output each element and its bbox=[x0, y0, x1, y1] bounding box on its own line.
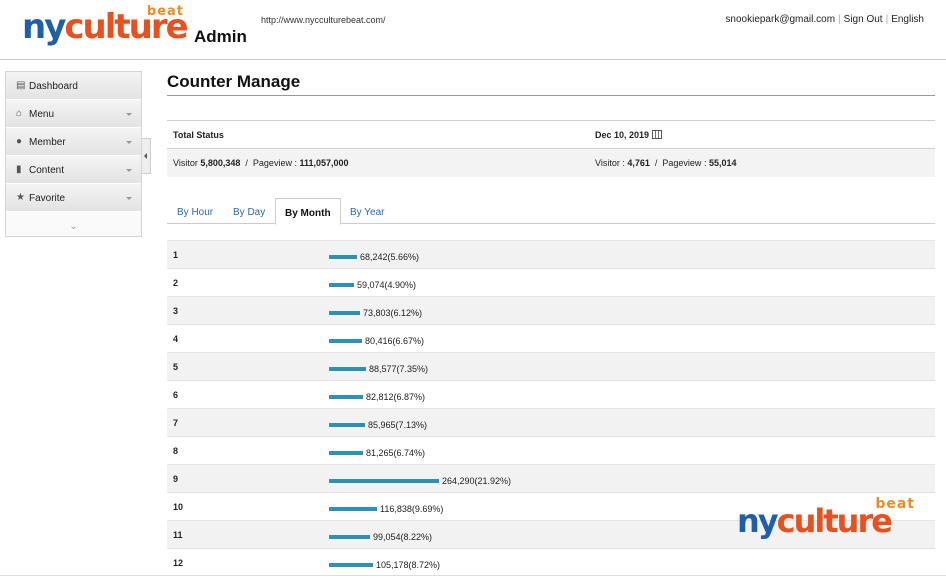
sidebar-item-member[interactable]: ● Member bbox=[6, 128, 141, 156]
count-value: 105,178(8.72%) bbox=[376, 560, 441, 570]
table-row: 2 59,074(4.90%) bbox=[167, 268, 935, 296]
count-value: 68,242(5.66%) bbox=[360, 252, 420, 262]
language-link[interactable]: English bbox=[891, 14, 924, 25]
count-value: 80,416(6.67%) bbox=[365, 336, 425, 346]
chevron-down-icon bbox=[126, 141, 132, 144]
table-row: 1 68,242(5.66%) bbox=[167, 240, 935, 268]
calendar-icon[interactable] bbox=[652, 130, 663, 139]
count-value: 73,803(6.12%) bbox=[363, 308, 423, 318]
count-bar bbox=[329, 283, 354, 287]
period-tabs: By Hour By Day By Month By Year bbox=[167, 198, 935, 225]
tab-by-year[interactable]: By Year bbox=[350, 198, 384, 224]
sidebar: ▤ Dashboard ⌂ Menu ● Member ▮ Content ★ … bbox=[5, 71, 142, 237]
count-bar bbox=[329, 479, 439, 483]
date-text: Dec 10, 2019 bbox=[595, 130, 650, 140]
month-label: 2 bbox=[173, 278, 179, 288]
count-bar bbox=[329, 311, 360, 315]
month-label: 12 bbox=[173, 558, 184, 568]
watermark-logo: beat nyculture bbox=[737, 496, 915, 540]
count-value: 82,812(6.87%) bbox=[366, 392, 426, 402]
month-label: 5 bbox=[173, 362, 179, 372]
count-value: 85,965(7.13%) bbox=[368, 420, 428, 430]
day-counts: Visitor : 4,761 / Pageview : 55,014 bbox=[595, 158, 737, 168]
sidebar-item-content[interactable]: ▮ Content bbox=[6, 156, 141, 184]
count-bar bbox=[329, 395, 363, 399]
total-visitor: 5,800,348 bbox=[200, 158, 241, 168]
total-status-label: Total Status bbox=[173, 130, 224, 140]
table-row: 4 80,416(6.67%) bbox=[167, 324, 935, 352]
site-url-link[interactable]: http://www.nycculturebeat.com/ bbox=[261, 15, 386, 25]
chevron-down-icon bbox=[126, 169, 132, 172]
table-row: 3 73,803(6.12%) bbox=[167, 296, 935, 324]
table-row: 7 85,965(7.13%) bbox=[167, 408, 935, 436]
sidebar-item-label: Member bbox=[29, 137, 66, 148]
day-pageview: 55,014 bbox=[708, 158, 737, 168]
status-date[interactable]: Dec 10, 2019 bbox=[595, 130, 663, 140]
count-bar bbox=[329, 451, 363, 455]
sidebar-item-favorite[interactable]: ★ Favorite bbox=[6, 184, 141, 212]
count-value: 264,290(21.92%) bbox=[442, 476, 512, 486]
count-bar bbox=[329, 339, 362, 343]
total-counts: Visitor 5,800,348 / Pageview : 111,057,0… bbox=[173, 158, 349, 168]
count-bar bbox=[329, 563, 373, 567]
month-label: 1 bbox=[173, 250, 179, 260]
tab-by-month[interactable]: By Month bbox=[275, 198, 341, 225]
month-label: 4 bbox=[173, 334, 179, 344]
sidebar-item-label: Dashboard bbox=[29, 81, 78, 92]
count-bar bbox=[329, 507, 377, 511]
chevron-down-icon bbox=[126, 197, 132, 200]
table-row: 6 82,812(6.87%) bbox=[167, 380, 935, 408]
status-panel: Total Status Dec 10, 2019 Visitor 5,800,… bbox=[167, 120, 935, 177]
sign-out-link[interactable]: Sign Out bbox=[844, 14, 883, 25]
sidebar-item-label: Favorite bbox=[29, 193, 66, 204]
count-value: 59,074(4.90%) bbox=[357, 280, 417, 290]
status-values-row: Visitor 5,800,348 / Pageview : 111,057,0… bbox=[167, 149, 935, 177]
month-label: 10 bbox=[173, 502, 184, 512]
month-label: 11 bbox=[173, 530, 183, 540]
star-icon: ★ bbox=[16, 192, 25, 203]
admin-title: Admin bbox=[194, 27, 247, 46]
count-bar bbox=[329, 423, 365, 427]
count-bar bbox=[329, 367, 366, 371]
day-visitor: 4,761 bbox=[627, 158, 650, 168]
tab-by-day[interactable]: By Day bbox=[233, 198, 265, 224]
sidebar-item-dashboard[interactable]: ▤ Dashboard bbox=[6, 72, 141, 100]
sidebar-item-menu[interactable]: ⌂ Menu bbox=[6, 100, 141, 128]
count-value: 88,577(7.35%) bbox=[369, 364, 429, 374]
month-label: 6 bbox=[173, 390, 179, 400]
site-logo[interactable]: beat nyculture bbox=[22, 4, 189, 47]
sidebar-item-label: Menu bbox=[29, 109, 55, 120]
month-label: 8 bbox=[173, 446, 179, 456]
count-value: 81,265(6.74%) bbox=[366, 448, 426, 458]
logo-text: nyculture bbox=[22, 7, 189, 47]
table-row: 5 88,577(7.35%) bbox=[167, 352, 935, 380]
tab-by-hour[interactable]: By Hour bbox=[177, 198, 213, 224]
total-pageview: 111,057,000 bbox=[299, 158, 349, 168]
footer-divider bbox=[0, 575, 946, 576]
month-label: 9 bbox=[173, 474, 179, 484]
user-menu: snookiepark@gmail.com | Sign Out | English bbox=[725, 14, 924, 25]
dashboard-icon: ▤ bbox=[16, 80, 26, 91]
document-icon: ▮ bbox=[16, 164, 22, 175]
count-value: 99,054(8.22%) bbox=[373, 532, 433, 542]
month-label: 3 bbox=[173, 306, 179, 316]
sidebar-item-label: Content bbox=[29, 165, 65, 176]
count-bar bbox=[329, 535, 370, 539]
expand-more-icon[interactable]: ⌄ bbox=[6, 221, 141, 232]
header: beat nyculture Admin http://www.nyccultu… bbox=[0, 0, 946, 60]
home-icon: ⌂ bbox=[16, 108, 23, 119]
month-label: 7 bbox=[173, 418, 179, 428]
count-value: 116,838(9.69%) bbox=[380, 504, 444, 514]
user-icon: ● bbox=[16, 136, 23, 147]
count-bar bbox=[329, 255, 357, 259]
status-header-row: Total Status Dec 10, 2019 bbox=[167, 121, 935, 149]
page-title: Counter Manage bbox=[167, 72, 301, 91]
table-row: 9 264,290(21.92%) bbox=[167, 464, 935, 492]
chevron-down-icon bbox=[126, 113, 132, 116]
user-email: snookiepark@gmail.com bbox=[725, 14, 836, 25]
title-divider bbox=[167, 95, 935, 96]
sidebar-collapse-handle[interactable] bbox=[142, 138, 151, 174]
table-row: 8 81,265(6.74%) bbox=[167, 436, 935, 464]
